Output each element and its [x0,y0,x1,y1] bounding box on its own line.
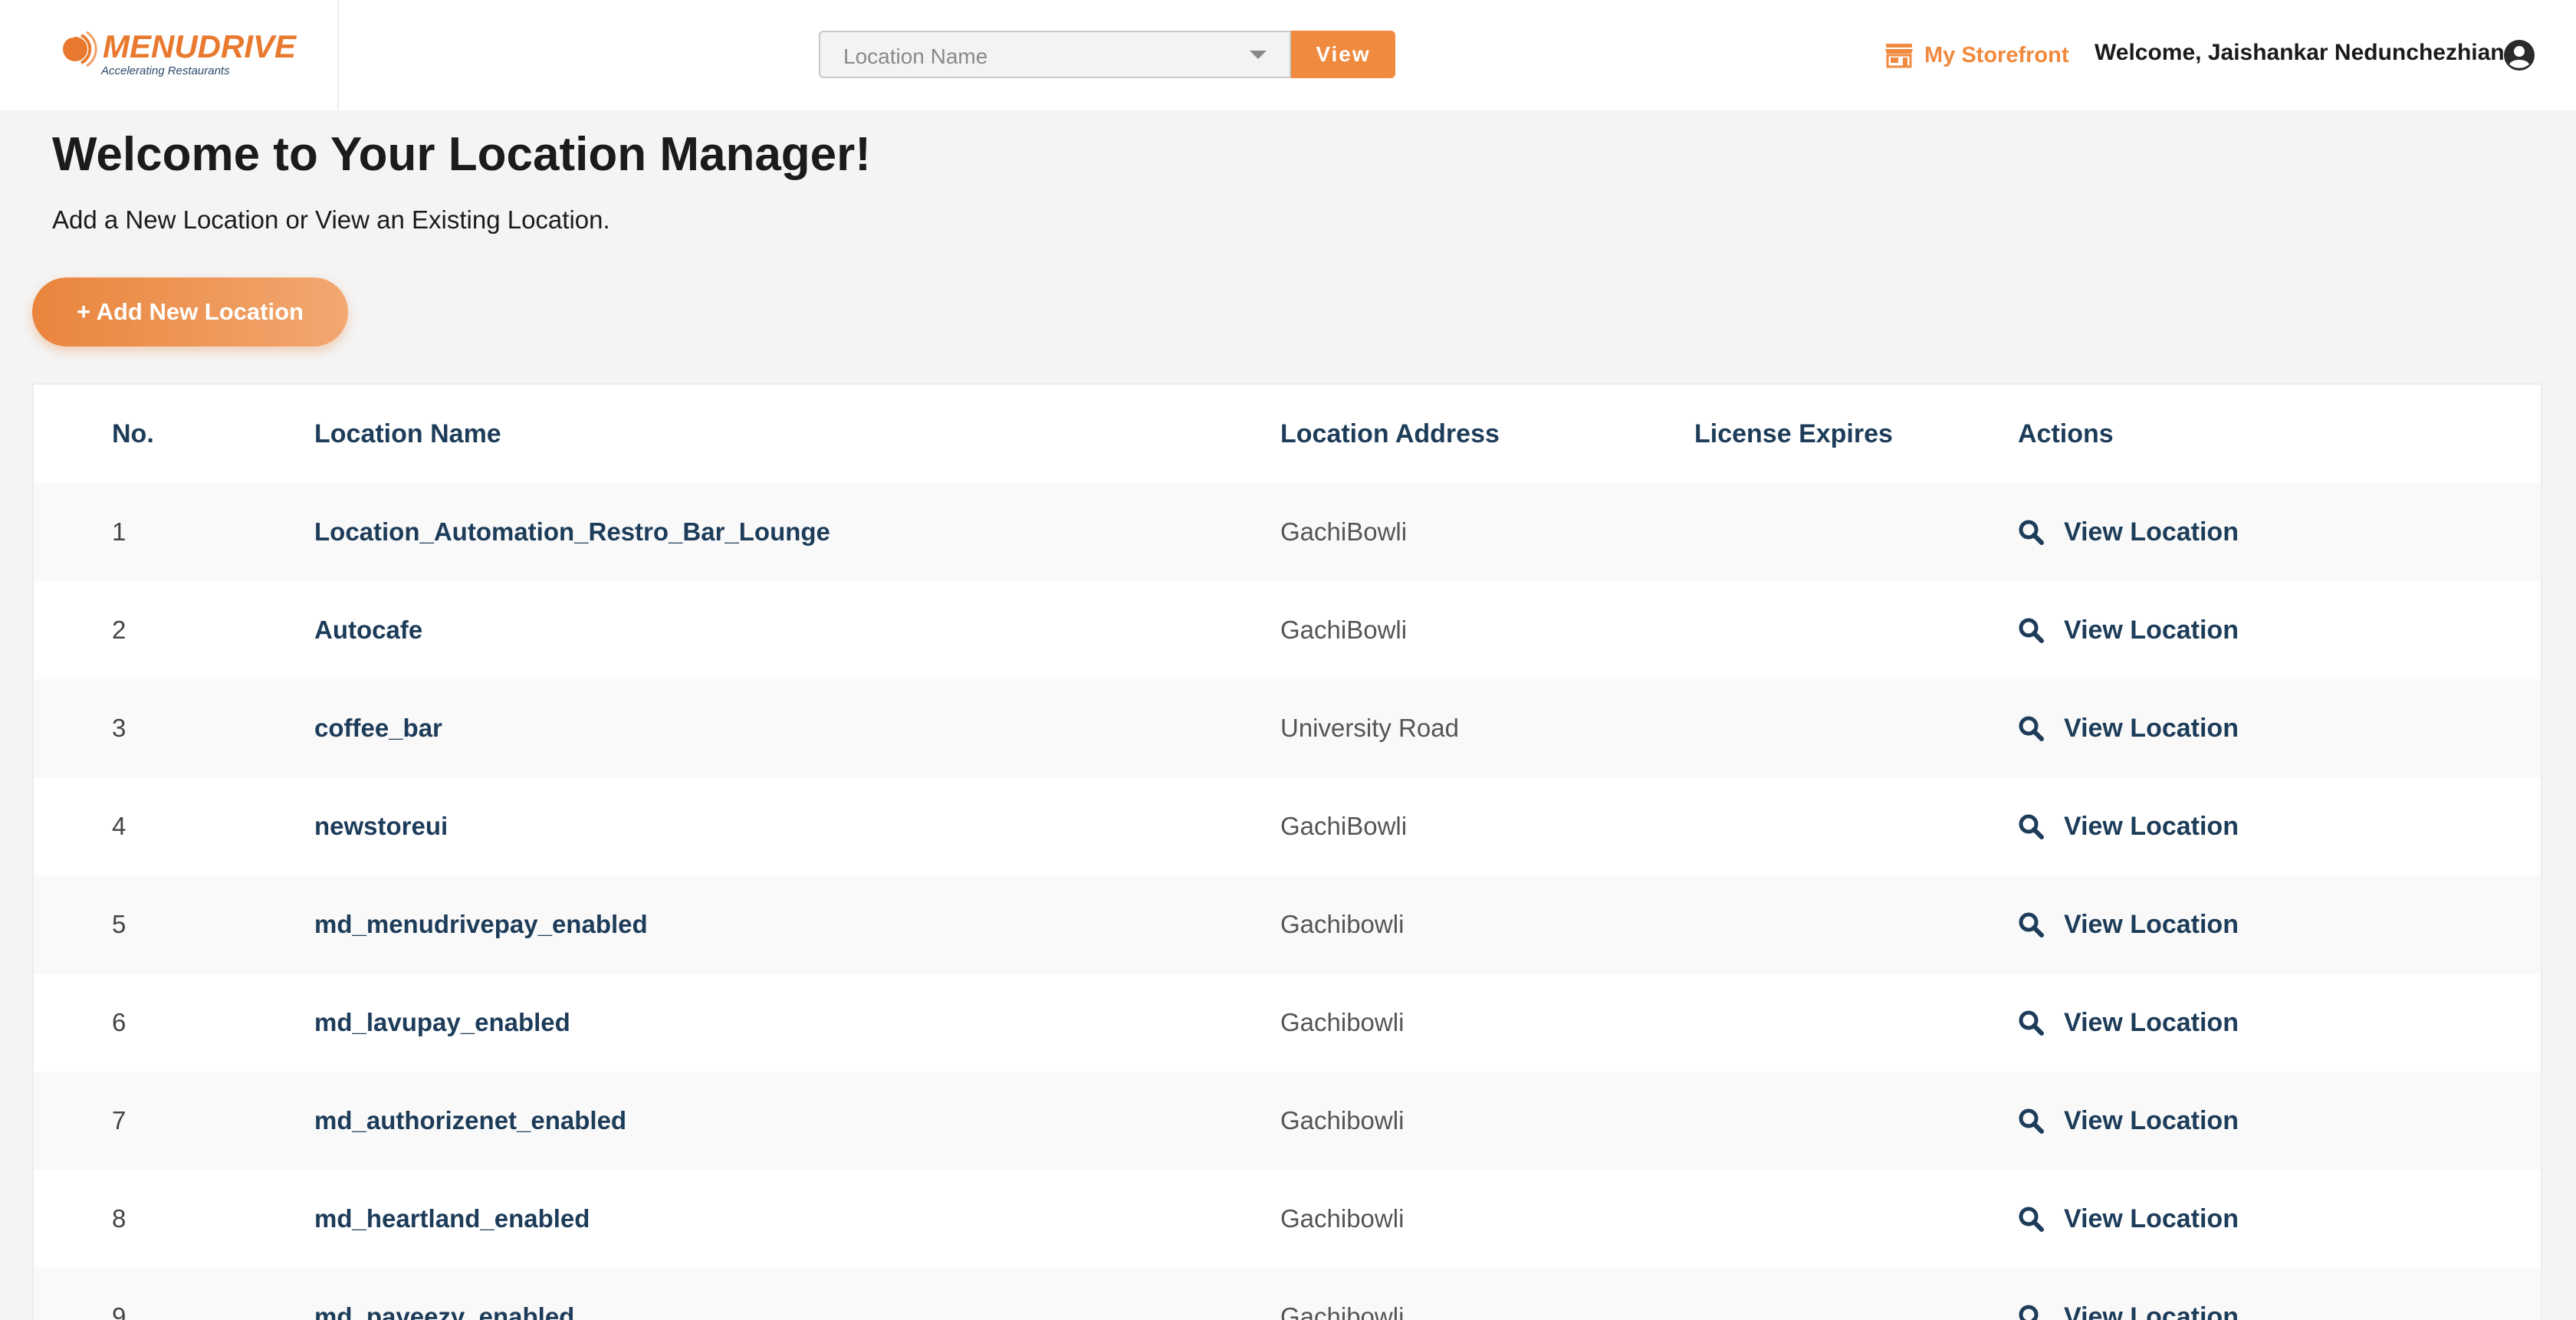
view-location-link[interactable]: View Location [2018,581,2239,679]
search-icon [2019,1305,2039,1320]
view-location-label: View Location [2064,1203,2239,1233]
view-location-label: View Location [2064,1105,2239,1135]
view-location-label: View Location [2064,713,2239,743]
welcome-user-text: Welcome, Jaishankar Nedunchezhian [2095,40,2505,65]
view-location-link[interactable]: View Location [2018,777,2239,875]
location-address: Gachibowli [1280,1008,1405,1036]
view-location-link[interactable]: View Location [2018,1268,2239,1320]
location-name: newstoreui [314,812,449,840]
page-subtitle: Add a New Location or View an Existing L… [52,205,610,234]
view-button[interactable]: View [1291,31,1395,78]
location-address: GachiBowli [1280,812,1408,840]
row-number: 4 [112,812,127,840]
logo-word-part2: DRIVE [197,28,297,64]
logo-tagline: Accelerating Restaurants [101,64,230,77]
location-name: md_authorizenet_enabled [314,1106,627,1134]
search-icon [2019,912,2044,937]
view-location-link[interactable]: View Location [2018,1072,2239,1170]
storefront-icon [1885,44,1913,68]
location-address: Gachibowli [1280,1106,1405,1134]
view-location-link[interactable]: View Location [2018,875,2239,974]
view-location-label: View Location [2064,615,2239,645]
location-address: GachiBowli [1280,517,1408,546]
view-location-label: View Location [2064,1302,2239,1320]
view-location-link[interactable]: View Location [2018,483,2239,581]
location-address: University Road [1280,714,1459,742]
search-icon [2019,716,2044,741]
table-row: 5 md_menudrivepay_enabled Gachibowli Vie… [34,875,2541,974]
table-row: 2 Autocafe GachiBowli View Location [34,581,2541,679]
view-location-link[interactable]: View Location [2018,1170,2239,1268]
table-row: 9 md_payeezy_enabled Gachibowli View Loc… [34,1268,2541,1320]
location-name-select[interactable]: Location Name [819,31,1291,78]
column-header-license-expires: License Expires [1694,419,1893,448]
location-name: md_heartland_enabled [314,1204,590,1233]
my-storefront-link[interactable]: My Storefront [1884,38,2069,72]
row-number: 3 [112,714,127,742]
location-name: coffee_bar [314,714,442,742]
caret-down-icon [1250,51,1267,59]
user-circle-icon[interactable] [2502,38,2536,72]
location-name: md_lavupay_enabled [314,1008,570,1036]
table-row: 6 md_lavupay_enabled Gachibowli View Loc… [34,974,2541,1072]
table-row: 1 Location_Automation_Restro_Bar_Lounge … [34,483,2541,581]
row-number: 6 [112,1008,127,1036]
table-row: 4 newstoreui GachiBowli View Location [34,777,2541,875]
logo-word-part1: MENU [103,28,198,64]
view-location-label: View Location [2064,811,2239,841]
logo-cell: MENUDRIVE Accelerating Restaurants [0,0,339,110]
table-row: 3 coffee_bar University Road View Locati… [34,679,2541,777]
location-address: Gachibowli [1280,1302,1405,1320]
search-icon [2019,1010,2044,1036]
search-icon [2019,814,2044,839]
menudrive-logo-mark-icon [63,31,97,67]
search-icon [2019,1108,2044,1134]
logo-wordmark: MENUDRIVE [103,31,296,63]
search-icon [2019,520,2044,545]
location-address: GachiBowli [1280,616,1408,644]
locations-table: No. Location Name Location Address Licen… [32,383,2542,1320]
row-number: 5 [112,910,127,938]
location-select-placeholder: Location Name [843,44,988,68]
view-location-label: View Location [2064,909,2239,939]
location-name: Location_Automation_Restro_Bar_Lounge [314,517,830,546]
top-header: MENUDRIVE Accelerating Restaurants Locat… [0,0,2576,110]
table-header-row: No. Location Name Location Address Licen… [34,385,2541,483]
view-location-label: View Location [2064,517,2239,547]
view-location-link[interactable]: View Location [2018,974,2239,1072]
location-address: Gachibowli [1280,910,1405,938]
menudrive-logo[interactable]: MENUDRIVE Accelerating Restaurants [58,26,296,80]
column-header-actions: Actions [2018,419,2114,448]
table-row: 8 md_heartland_enabled Gachibowli View L… [34,1170,2541,1268]
column-header-location-name: Location Name [314,419,501,448]
add-new-location-button[interactable]: + Add New Location [32,277,348,346]
search-icon [2019,618,2044,643]
row-number: 9 [112,1302,127,1320]
row-number: 8 [112,1204,127,1233]
location-name: md_menudrivepay_enabled [314,910,648,938]
search-icon [2019,1207,2044,1232]
table-row: 7 md_authorizenet_enabled Gachibowli Vie… [34,1072,2541,1170]
column-header-location-address: Location Address [1280,419,1500,448]
page-title: Welcome to Your Location Manager! [52,128,871,181]
my-storefront-label: My Storefront [1924,42,2069,67]
view-location-label: View Location [2064,1007,2239,1037]
row-number: 7 [112,1106,127,1134]
location-name: Autocafe [314,616,423,644]
view-location-link[interactable]: View Location [2018,679,2239,777]
location-address: Gachibowli [1280,1204,1405,1233]
location-name: md_payeezy_enabled [314,1302,575,1320]
row-number: 2 [112,616,127,644]
column-header-no: No. [112,419,154,448]
row-number: 1 [112,517,127,546]
